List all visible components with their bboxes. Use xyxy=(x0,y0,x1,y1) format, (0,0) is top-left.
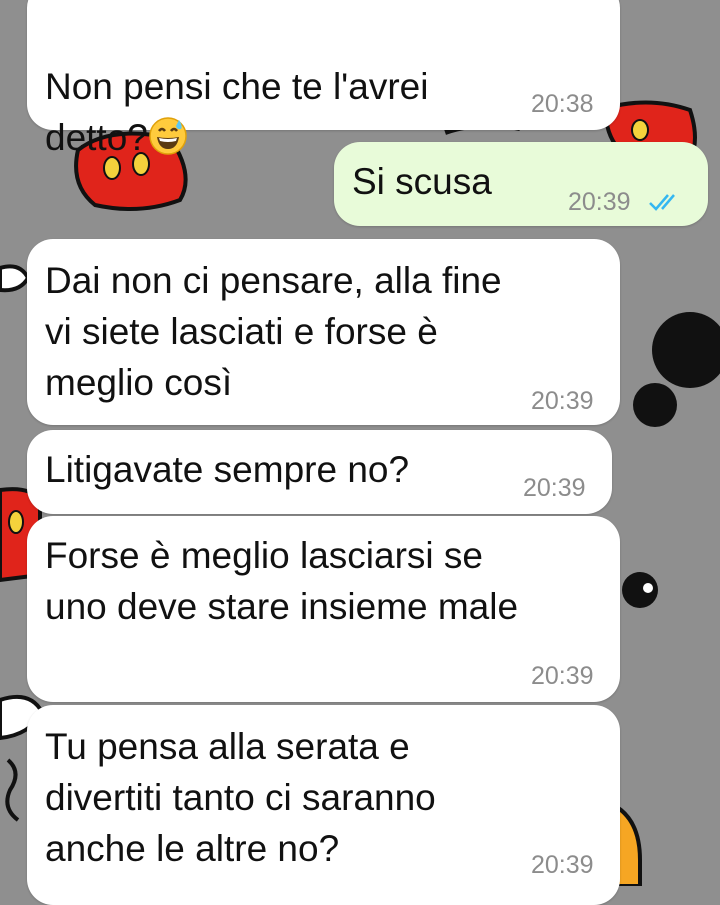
message-time: 20:39 xyxy=(531,851,594,879)
message-text: Litigavate sempre no? xyxy=(45,449,410,490)
message-time: 20:39 xyxy=(531,387,594,415)
message-text: Si scusa xyxy=(352,161,492,202)
message-text: Tu pensa alla serata e divertiti tanto c… xyxy=(45,726,436,869)
message-time: 20:38 xyxy=(531,90,594,118)
double-check-icon xyxy=(649,194,675,211)
message-text: Dai non ci pensare, alla fine vi siete l… xyxy=(45,260,502,403)
incoming-message-bubble[interactable]: Dai non ci pensare, alla fine vi siete l… xyxy=(27,239,620,425)
outgoing-message-bubble[interactable]: Si scusa 20:39 xyxy=(334,142,708,226)
message-time: 20:39 xyxy=(531,662,594,690)
message-time: 20:39 xyxy=(568,188,631,216)
wallpaper-mickey-ears xyxy=(622,312,720,608)
incoming-message-bubble[interactable]: Non pensi che te l'avrei detto? 20:38 xyxy=(27,0,620,158)
incoming-message-bubble[interactable]: Litigavate sempre no? 20:39 xyxy=(27,430,612,514)
incoming-message-bubble[interactable]: Forse è meglio lasciarsi se uno deve sta… xyxy=(27,516,620,702)
incoming-message-bubble[interactable]: Tu pensa alla serata e divertiti tanto c… xyxy=(27,705,620,905)
message-text: Forse è meglio lasciarsi se uno deve sta… xyxy=(45,535,519,627)
grinning-sweat-emoji-icon xyxy=(148,116,188,169)
message-time: 20:39 xyxy=(523,474,586,502)
